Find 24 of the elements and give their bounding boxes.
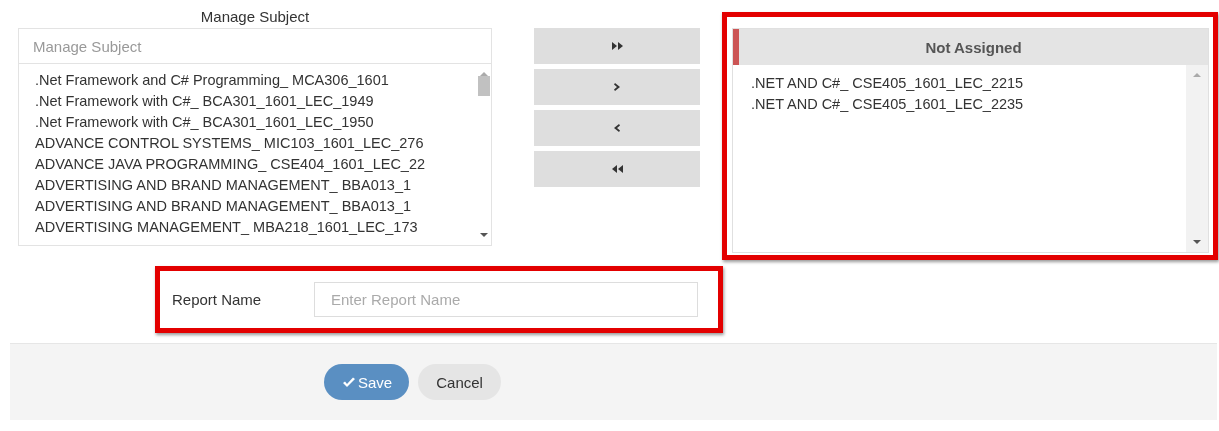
- move-button[interactable]: [534, 110, 700, 146]
- double-chevron-left-icon: [610, 163, 624, 175]
- cancel-button[interactable]: Cancel: [418, 364, 501, 400]
- panel-header: Not Assigned: [733, 29, 1208, 65]
- check-icon: [342, 376, 356, 388]
- list-item[interactable]: ADVERTISING AND BRAND MANAGEMENT_ BBA013_1: [35, 175, 477, 196]
- list-item[interactable]: .Net Framework with C#_ BCA301_1601_LEC_1949: [35, 91, 477, 112]
- list-item[interactable]: ADVERTISING AND BRAND MANAGEMENT_ BBA013_1: [35, 196, 477, 217]
- list-item[interactable]: ADVERTISING MANAGEMENT_ MBA218_1601_LEC_173: [35, 217, 477, 238]
- list-item[interactable]: ADVANCE CONTROL SYSTEMS_ MIC103_1601_LEC_276: [35, 133, 477, 154]
- search-field[interactable]: Manage Subject: [18, 28, 492, 64]
- double-chevron-right-icon: [610, 40, 624, 52]
- report-name-field[interactable]: Enter Report Name: [314, 282, 698, 317]
- list-item[interactable]: .NET AND C#_ CSE405_1601_LEC_2215: [751, 73, 1186, 94]
- list-item[interactable]: .Net Framework with C#_ BCA301_1601_LEC_1950: [35, 112, 477, 133]
- move-button[interactable]: [534, 28, 700, 64]
- list-item[interactable]: ADVANCE JAVA PROGRAMMING_ CSE404_1601_LEC_22: [35, 154, 477, 175]
- scrollbar[interactable]: [1186, 65, 1208, 252]
- panel-title: Manage Subject: [199, 7, 311, 27]
- field-label: Report Name: [172, 291, 263, 308]
- list-item[interactable]: .NET AND C#_ CSE405_1601_LEC_2235: [751, 94, 1186, 115]
- move-button[interactable]: [534, 151, 700, 187]
- move-button[interactable]: [534, 69, 700, 105]
- list-item[interactable]: .Net Framework and C# Programming_ MCA306_1601: [35, 70, 477, 91]
